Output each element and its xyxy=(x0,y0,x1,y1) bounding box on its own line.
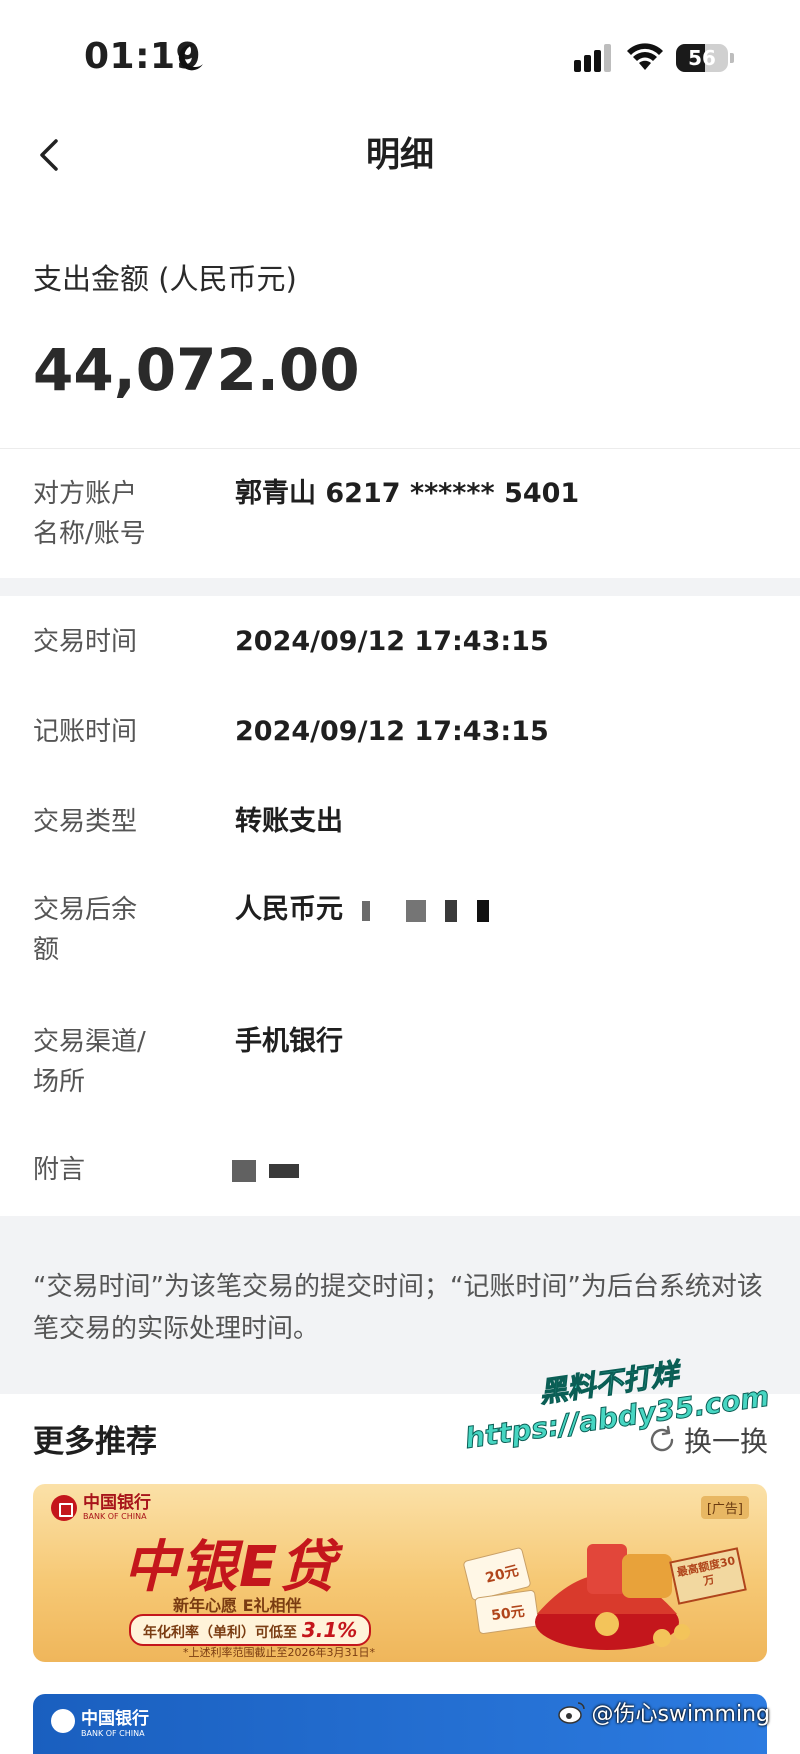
recommend-title: 更多推荐 xyxy=(33,1424,157,1460)
transaction-time-value: 2024/09/12 17:43:15 xyxy=(235,626,549,657)
refresh-icon xyxy=(650,1425,674,1452)
posting-time-value: 2024/09/12 17:43:15 xyxy=(235,716,549,747)
battery-level: 56 xyxy=(688,46,716,70)
redacted-mark xyxy=(362,900,371,921)
red-wallet-illustration: 20元 50元 xyxy=(463,1544,690,1650)
redacted-mark xyxy=(405,899,426,922)
status-bar: 01:19 56 xyxy=(0,0,800,110)
cellular-signal-icon xyxy=(574,44,611,72)
ad-rate: 年化利率（单利）可低至 3.1% xyxy=(129,1614,372,1646)
balance-value: 人民币元 xyxy=(235,890,489,930)
channel-value: 手机银行 xyxy=(235,1026,343,1057)
channel-label: 交易渠道/ 场所 xyxy=(33,1027,146,1097)
weibo-icon xyxy=(557,1702,585,1724)
refresh-label: 换一换 xyxy=(683,1425,768,1458)
divider xyxy=(0,448,800,449)
ad-banner-loan[interactable]: 中国银行 BANK OF CHINA [广告] 中银E贷 新年心愿 E礼相伴 年… xyxy=(33,1484,767,1662)
amount-section: 支出金额 (人民币元) 44,072.00 xyxy=(0,240,800,448)
posting-time-label: 记账时间 xyxy=(33,717,138,747)
ad-subtitle: 新年心愿 E礼相伴 xyxy=(173,1596,302,1615)
bank-logo: 中国银行 BANK OF CHINA xyxy=(51,1494,151,1522)
bank-logo-icon xyxy=(51,1495,77,1521)
ad-tag: [广告] xyxy=(700,1496,749,1519)
refresh-button[interactable]: 换一换 xyxy=(646,1420,768,1460)
note-text: “交易时间”为该笔交易的提交时间；“记账时间”为后台系统对该笔交易的实际处理时间… xyxy=(33,1272,763,1344)
redacted-mark xyxy=(232,1159,256,1182)
redacted-mark xyxy=(445,899,458,922)
ad-footnote: *上述利率范围截止至2026年3月31日* xyxy=(183,1646,375,1659)
remark-value xyxy=(228,1150,300,1190)
weibo-watermark: @伤心swimming xyxy=(557,1696,770,1728)
back-button[interactable] xyxy=(30,133,74,177)
nav-bar: 明细 xyxy=(0,115,800,195)
transaction-type-value: 转账支出 xyxy=(235,806,343,837)
amount-value: 44,072.00 xyxy=(33,336,360,404)
counterparty-value: 郭青山 6217 ****** 5401 xyxy=(235,478,580,509)
redacted-mark xyxy=(476,899,489,922)
bank-logo: 中国银行 BANK OF CHINA xyxy=(51,1704,149,1738)
transaction-type-label: 交易类型 xyxy=(33,807,138,837)
bank-logo-icon xyxy=(51,1709,75,1733)
section-separator xyxy=(0,578,800,596)
weibo-handle: @伤心swimming xyxy=(591,1702,770,1727)
page-title: 明细 xyxy=(366,135,434,175)
moon-icon xyxy=(178,44,203,71)
battery-icon: 56 xyxy=(676,44,734,72)
transaction-time-label: 交易时间 xyxy=(33,627,138,657)
amount-label: 支出金额 (人民币元) xyxy=(33,262,297,296)
redacted-mark xyxy=(269,1163,300,1178)
recommend-header: 更多推荐 换一换 xyxy=(0,1394,800,1484)
balance-label: 交易后余 额 xyxy=(33,895,138,965)
ad-title: 中银E贷 xyxy=(123,1535,338,1600)
note-section: “交易时间”为该笔交易的提交时间；“记账时间”为后台系统对该笔交易的实际处理时间… xyxy=(0,1216,800,1394)
wifi-icon xyxy=(627,43,663,70)
counterparty-label: 对方账户 名称/账号 xyxy=(33,479,146,549)
remark-label: 附言 xyxy=(33,1155,86,1185)
